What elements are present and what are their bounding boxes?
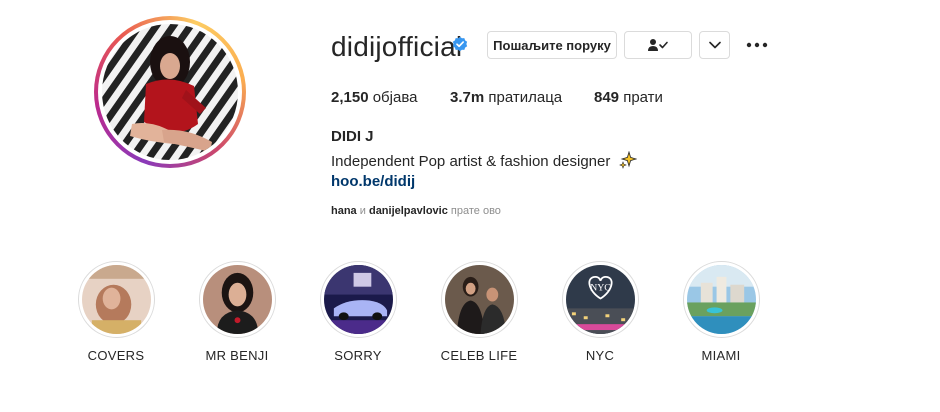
highlight-celeb-life[interactable]: CELEB LIFE [439, 261, 519, 363]
highlight-sorry[interactable]: SORRY [318, 261, 398, 363]
highlight-ring [682, 261, 760, 338]
highlight-mr-benji[interactable]: MR BENJI [197, 261, 277, 363]
follower-name-1: hana [331, 205, 357, 217]
posts-number: 2,150 [331, 89, 369, 106]
followers-count[interactable]: 3.7m пратилаца [450, 89, 562, 106]
person-check-icon [648, 39, 668, 51]
following-number: 849 [594, 89, 620, 106]
profile-avatar[interactable] [94, 16, 246, 168]
bio-text: Independent Pop artist & fashion designe… [331, 153, 611, 170]
posts-count: 2,150 објава [331, 89, 417, 106]
verified-badge-icon [452, 36, 468, 52]
sparkles-icon [618, 151, 637, 169]
following-label: прати [623, 89, 663, 106]
highlight-miami-thumbnail [686, 265, 756, 334]
profile-link[interactable]: hoo.be/didij [331, 173, 415, 190]
highlight-label: SORRY [334, 348, 382, 363]
highlight-nyc-thumbnail: NYC [565, 265, 635, 334]
highlight-label: MIAMI [701, 348, 741, 363]
follower-name-2: danijelpavlovic [368, 205, 448, 217]
highlight-ring [440, 261, 518, 338]
avatar-inner [98, 20, 242, 164]
profile-photo [102, 24, 238, 160]
posts-label: објава [372, 89, 418, 106]
highlight-ring [77, 261, 155, 338]
highlight-label: NYC [585, 348, 615, 363]
chevron-down-icon [708, 41, 721, 49]
highlight-covers[interactable]: COVERS [76, 261, 156, 363]
highlight-ring: NYC [561, 261, 639, 338]
highlight-covers-thumbnail [81, 265, 151, 334]
highlight-miami[interactable]: MIAMI [681, 261, 761, 363]
followers-number: 3.7m [450, 89, 485, 106]
followed-by-text[interactable]: hana и danijelpavlovic прате ово [331, 205, 501, 217]
highlight-label: COVERS [87, 348, 145, 363]
profile-username: didijofficial [331, 31, 463, 62]
highlight-celeb-life-thumbnail [444, 265, 514, 334]
followed-by-conj: и [359, 205, 366, 217]
highlight-sorry-thumbnail [323, 265, 393, 334]
message-button[interactable]: Пошаљите поруку [487, 31, 617, 59]
following-button[interactable] [624, 31, 692, 59]
followed-by-suffix: прате ово [450, 205, 501, 217]
profile-bio: Independent Pop artist & fashion designe… [331, 151, 637, 170]
highlight-label: MR BENJI [205, 348, 269, 363]
highlight-ring [319, 261, 397, 338]
more-dots-icon[interactable] [745, 36, 769, 54]
highlight-label: CELEB LIFE [440, 348, 518, 363]
suggested-dropdown-button[interactable] [699, 31, 730, 59]
nyc-overlay-text: NYC [590, 283, 611, 294]
highlight-mr-benji-thumbnail [202, 265, 272, 334]
highlight-ring [198, 261, 276, 338]
highlight-nyc[interactable]: NYC NYC [560, 261, 640, 363]
following-count[interactable]: 849 прати [594, 89, 663, 106]
profile-full-name: DIDI J [331, 128, 374, 145]
followers-label: пратилаца [488, 89, 563, 106]
